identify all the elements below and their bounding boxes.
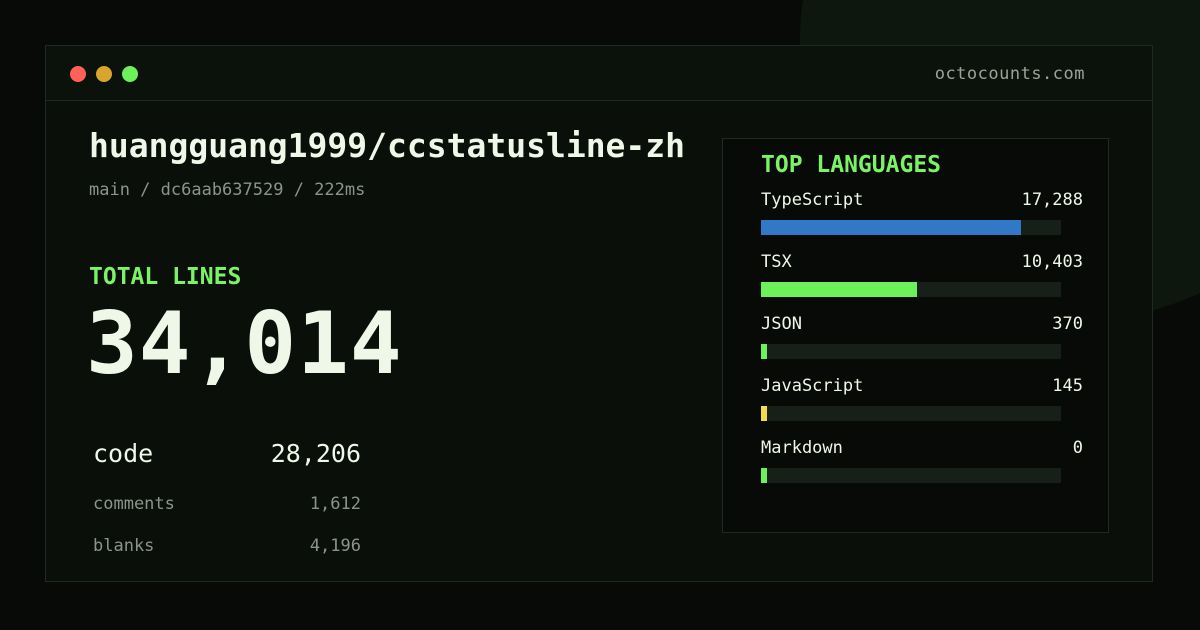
blanks-value: 4,196 <box>309 536 361 556</box>
top-languages-title: TOP LANGUAGES <box>761 152 942 178</box>
page: octocounts.com huangguang1999/ccstatusli… <box>0 0 1200 630</box>
comments-stat: comments 1,612 <box>93 494 361 514</box>
language-list: TypeScript 17,288 TSX 10,403 JSON 370 Ja… <box>761 189 1083 499</box>
language-count: 145 <box>1052 376 1083 396</box>
language-bar-fill <box>761 282 917 297</box>
language-row: JavaScript 145 <box>761 375 1083 437</box>
language-name: JavaScript <box>761 376 864 396</box>
language-name: Markdown <box>761 438 843 458</box>
repo-meta: main / dc6aab637529 / 222ms <box>89 180 366 200</box>
language-bar-track <box>761 344 1061 359</box>
language-count: 370 <box>1052 314 1083 334</box>
language-row: Markdown 0 <box>761 437 1083 499</box>
language-name: JSON <box>761 314 802 334</box>
language-name: TypeScript <box>761 190 864 210</box>
language-bar-fill <box>761 220 1022 235</box>
total-lines-label: TOTAL LINES <box>89 264 242 290</box>
minimize-dot-icon <box>96 66 112 82</box>
language-count: 0 <box>1072 438 1083 458</box>
code-label: code <box>93 439 154 468</box>
comments-value: 1,612 <box>309 494 361 514</box>
title-bar: octocounts.com <box>46 46 1152 101</box>
maximize-dot-icon <box>122 66 138 82</box>
language-row: TSX 10,403 <box>761 251 1083 313</box>
card-window: octocounts.com huangguang1999/ccstatusli… <box>45 45 1153 582</box>
language-bar-track <box>761 468 1061 483</box>
close-dot-icon <box>70 66 86 82</box>
language-bar-fill <box>761 406 767 421</box>
language-bar-track <box>761 282 1061 297</box>
code-value: 28,206 <box>270 439 361 468</box>
language-bar-track <box>761 220 1061 235</box>
language-bar-fill <box>761 468 767 483</box>
repo-name: huangguang1999/ccstatusline-zh <box>89 126 686 165</box>
language-row: JSON 370 <box>761 313 1083 375</box>
blanks-label: blanks <box>93 536 155 556</box>
language-bar-track <box>761 406 1061 421</box>
site-domain: octocounts.com <box>934 64 1085 84</box>
language-count: 17,288 <box>1021 190 1083 210</box>
top-languages-panel: TOP LANGUAGES TypeScript 17,288 TSX 10,4… <box>722 138 1109 533</box>
language-count: 10,403 <box>1021 252 1083 272</box>
code-stat: code 28,206 <box>93 439 361 468</box>
total-lines-value: 34,014 <box>86 294 403 394</box>
comments-label: comments <box>93 494 175 514</box>
blanks-stat: blanks 4,196 <box>93 536 361 556</box>
language-name: TSX <box>761 252 792 272</box>
language-bar-fill <box>761 344 767 359</box>
language-row: TypeScript 17,288 <box>761 189 1083 251</box>
